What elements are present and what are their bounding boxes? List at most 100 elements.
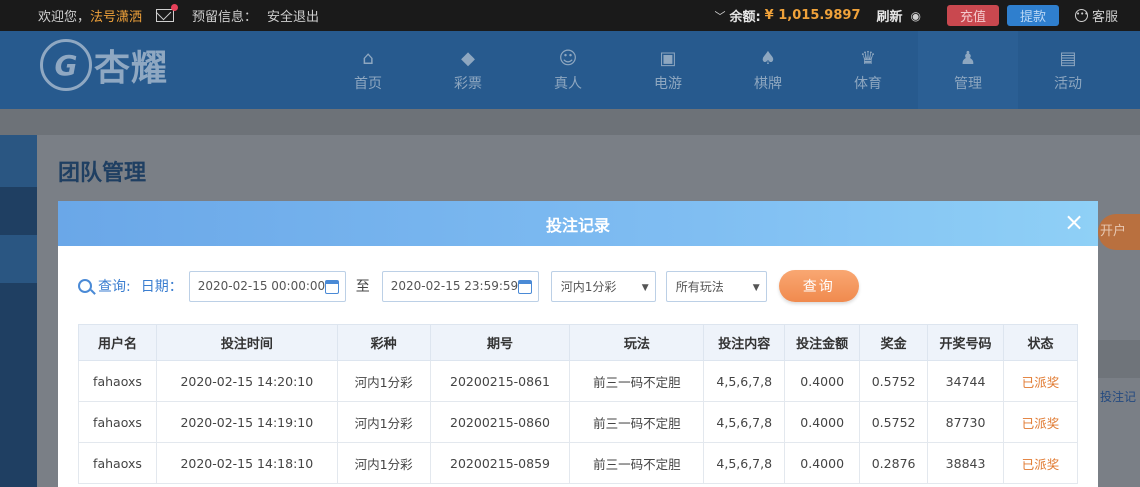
calendar-icon[interactable] [324,279,339,294]
table-cell: fahaoxs [78,442,157,484]
column-header: 奖金 [859,324,929,361]
hide-balance-icon[interactable]: ◉ [911,9,921,23]
date-from-input[interactable]: 2020-02-15 00:00:00 [188,270,346,302]
modal-header: 投注记录 × [58,201,1098,246]
nav-item-label: 首页 [354,76,382,92]
sidebar [0,135,37,487]
top-bar: 欢迎您，法号潇洒 预留信息： 安全退出 ﹀ 余额: ¥ 1,015.9897 刷… [0,0,1140,31]
dealer-icon: ☺ [558,48,578,69]
table-header-peek [1098,340,1140,378]
charge-button[interactable]: 充值 [946,5,999,26]
close-icon[interactable]: × [1062,210,1086,235]
nav-item-label: 棋牌 [754,76,782,92]
bet-record-table: 用户名 投注时间 彩种 期号 玩法 投注内容 投注金额 奖金 开奖号码 状态 fahaoxs 202… [78,324,1078,484]
refresh-link[interactable]: 刷新 [876,6,902,25]
table-row[interactable]: fahaoxs 2020-02-15 14:19:10 河内1分彩 20200215-… [78,401,1078,443]
open-account-button[interactable]: 开户 [1098,214,1140,250]
table-cell: 87730 [927,401,1005,443]
username[interactable]: 法号潇洒 [90,10,142,25]
nav-item-label: 彩票 [454,76,482,92]
table-cell: 0.2876 [859,442,929,484]
table-cell: 河内1分彩 [336,360,431,402]
customer-service-link[interactable]: ••• 客服 [1074,6,1118,25]
nav-item[interactable]: ⌂ 首页 [318,31,418,109]
column-header: 投注内容 [703,324,786,361]
date-to-input[interactable]: 2020-02-15 23:59:59 [381,270,539,302]
logo-text: 杏耀 [94,48,169,89]
main-nav: ⌂ 首页 ◆ 彩票 ☺ 真人 ▣ 电游 ♠ 棋牌 ♛ 体育 ♟ 管理 ▤ 活动 [318,31,1118,109]
column-header: 彩种 [336,324,431,361]
balance-value: ¥ 1,015.9897 [764,8,861,23]
table-cell: 0.4000 [784,401,861,443]
balance-label: 余额: [729,10,761,25]
table-cell: 前三一码不定胆 [569,442,705,484]
lottery-select-value: 河内1分彩 [560,279,617,294]
query-button[interactable]: 查询 [778,270,859,302]
nav-item-label: 真人 [554,76,582,92]
logo[interactable]: G 杏耀 [40,39,168,91]
table-cell: 0.4000 [784,360,861,402]
dropdown-arrow-icon: ▼ [752,282,760,293]
nav-item[interactable]: ◆ 彩票 [418,31,518,109]
nav-item[interactable]: ♠ 棋牌 [718,31,818,109]
ticket-icon: ◆ [461,48,475,69]
nav-item-label: 活动 [1054,76,1082,92]
table-cell: 已派奖 [1003,442,1078,484]
calendar-icon[interactable] [517,279,532,294]
main-header: G 杏耀 ⌂ 首页 ◆ 彩票 ☺ 真人 ▣ 电游 ♠ 棋牌 ♛ 体育 ♟ 管理 ▤ 活动 [0,31,1140,109]
nav-item[interactable]: ▣ 电游 [618,31,718,109]
table-cell: 已派奖 [1003,401,1078,443]
lottery-select[interactable]: 河内1分彩 ▼ [550,270,656,302]
page-title: 团队管理 [58,161,147,186]
table-row[interactable]: fahaoxs 2020-02-15 14:18:10 河内1分彩 20200215-… [78,442,1078,484]
table-row[interactable]: fahaoxs 2020-02-15 14:20:10 河内1分彩 20200215-… [78,360,1078,402]
column-header: 状态 [1003,324,1078,361]
table-cell: 20200215-0861 [429,360,571,402]
column-header: 投注金额 [784,324,861,361]
welcome-label: 欢迎您， [38,10,91,25]
table-cell: 已派奖 [1003,360,1078,402]
nav-item[interactable]: ▤ 活动 [1018,31,1118,109]
mail-icon[interactable] [156,4,179,22]
play-type-select[interactable]: 所有玩法 ▼ [665,270,767,302]
nav-item[interactable]: ☺ 真人 [518,31,618,109]
table-cell: 34744 [927,360,1005,402]
sub-bar [0,109,1140,135]
notification-dot [171,4,179,11]
sidebar-item[interactable] [0,235,37,283]
table-cell: 河内1分彩 [336,442,431,484]
column-header: 投注时间 [155,324,338,361]
to-label: 至 [355,279,370,295]
table-cell: 38843 [927,442,1005,484]
table-cell: 20200215-0860 [429,401,571,443]
table-cell: 前三一码不定胆 [569,360,705,402]
withdraw-button[interactable]: 提款 [1006,5,1059,26]
modal-title: 投注记录 [545,215,610,235]
nav-item[interactable]: ♛ 体育 [818,31,918,109]
bet-record-modal: 投注记录 × 查询: 日期： 2020-02-15 00:00:00 至 202… [58,201,1098,487]
table-body: fahaoxs 2020-02-15 14:20:10 河内1分彩 20200215-… [78,360,1078,484]
nav-item[interactable]: ♟ 管理 [918,31,1018,109]
nav-item-label: 管理 [954,76,982,92]
account-area: ﹀ 余额: ¥ 1,015.9897 刷新 ◉ 充值 提款 ••• 客服 [714,5,1118,26]
dropdown-arrow-icon: ▼ [641,282,649,293]
table-cell: 0.5752 [859,401,929,443]
bet-record-link[interactable]: 投注记 [1100,388,1136,405]
date-from-value: 2020-02-15 00:00:00 [197,279,326,293]
logout-link[interactable]: 安全退出 [267,6,319,25]
table-cell: 4,5,6,7,8 [703,401,786,443]
chat-icon: ••• [1074,9,1088,22]
table-cell: fahaoxs [78,401,157,443]
table-cell: 2020-02-15 14:18:10 [155,442,338,484]
welcome-text: 欢迎您，法号潇洒 [38,6,142,25]
table-cell: 2020-02-15 14:19:10 [155,401,338,443]
chevron-down-icon[interactable]: ﹀ [714,8,725,24]
sidebar-item[interactable] [0,135,37,187]
trophy-icon: ♛ [859,48,877,69]
play-type-select-value: 所有玩法 [675,279,724,294]
date-label: 日期： [140,279,183,295]
nav-item-label: 体育 [854,76,882,92]
column-header: 玩法 [569,324,705,361]
users-icon: ♟ [959,48,977,69]
table-cell: 0.4000 [784,442,861,484]
